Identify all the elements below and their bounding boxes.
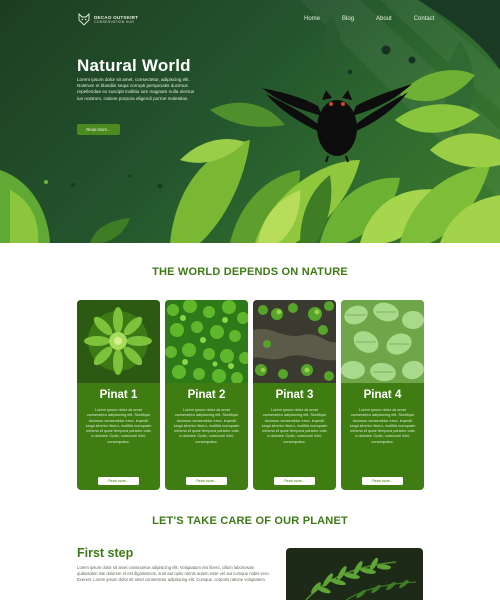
section-title-nature: THE WORLD DEPENDS ON NATURE bbox=[152, 266, 348, 278]
card-title: Pinat 2 bbox=[187, 389, 226, 401]
bark-moss-photo bbox=[253, 300, 336, 383]
card-text: Lorem ipsum dolor sit amet consectetur a… bbox=[85, 407, 152, 444]
plant-card: Pinat 1 Lorem ipsum dolor sit amet conse… bbox=[77, 300, 160, 490]
brand-tagline: CONSERVATION HUB bbox=[94, 19, 134, 24]
nav-about[interactable]: About bbox=[376, 16, 392, 22]
nav-home[interactable]: Home bbox=[304, 16, 320, 22]
card-text: Lorem ipsum dolor sit amet consectetur a… bbox=[261, 407, 328, 444]
card-title: Pinat 1 bbox=[99, 389, 138, 401]
plant-card: Pinat 2 Lorem ipsum dolor sit amet conse… bbox=[165, 300, 248, 490]
card-text: Lorem ipsum dolor sit amet consectetur a… bbox=[173, 407, 240, 444]
card-text: Lorem ipsum dolor sit amet consectetur a… bbox=[349, 407, 416, 444]
main-nav: Home Blog About Contact bbox=[304, 16, 434, 22]
plant-cards: Pinat 1 Lorem ipsum dolor sit amet conse… bbox=[77, 300, 424, 490]
fern-photo bbox=[286, 548, 423, 600]
section-title-planet: LET'S TAKE CARE OF OUR PLANET bbox=[152, 515, 348, 527]
jungle-illustration bbox=[0, 0, 500, 243]
nav-blog[interactable]: Blog bbox=[342, 16, 354, 22]
hero-title: Natural World bbox=[77, 56, 191, 75]
plant-card: Pinat 3 Lorem ipsum dolor sit amet conse… bbox=[253, 300, 336, 490]
hero-read-more-button[interactable]: Read more... bbox=[77, 124, 120, 135]
brand-logo[interactable]: DECAO OUTSKIRT CONSERVATION HUB bbox=[78, 13, 138, 26]
card-title: Pinat 3 bbox=[275, 389, 314, 401]
hero-text: Lorem ipsum dolor sit amet, consectetur,… bbox=[77, 77, 195, 101]
step-title: First step bbox=[77, 546, 134, 560]
card-title: Pinat 4 bbox=[363, 389, 402, 401]
step-text: Lorem ipsum dolor sit amet consectetur a… bbox=[77, 565, 270, 582]
moss-photo bbox=[165, 300, 248, 383]
wolf-head-icon bbox=[78, 13, 90, 26]
clover-leaves-photo bbox=[341, 300, 424, 383]
card-read-more-button[interactable]: Read more... bbox=[98, 477, 139, 485]
plant-card: Pinat 4 Lorem ipsum dolor sit amet conse… bbox=[341, 300, 424, 490]
succulent-photo bbox=[77, 300, 160, 383]
card-read-more-button[interactable]: Read more... bbox=[274, 477, 315, 485]
card-read-more-button[interactable]: Read more... bbox=[362, 477, 403, 485]
card-read-more-button[interactable]: Read more... bbox=[186, 477, 227, 485]
owl-illustration bbox=[262, 84, 412, 163]
hero-section: DECAO OUTSKIRT CONSERVATION HUB Home Blo… bbox=[0, 0, 500, 243]
nav-contact[interactable]: Contact bbox=[414, 16, 435, 22]
